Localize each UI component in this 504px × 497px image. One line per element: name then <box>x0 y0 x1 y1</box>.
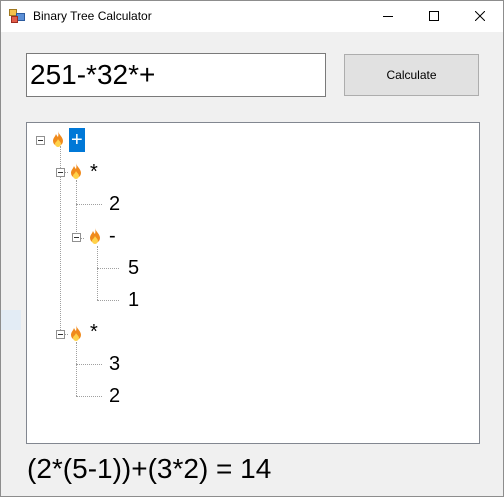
app-icon <box>9 9 25 23</box>
tree-connector <box>76 180 77 238</box>
tree-connector <box>97 268 119 269</box>
tree-connector <box>97 246 98 300</box>
collapse-toggle[interactable] <box>56 168 65 177</box>
tree-node-label[interactable]: 3 <box>109 352 120 376</box>
tree-node-label[interactable]: 2 <box>109 192 120 216</box>
tree-node-label[interactable]: 1 <box>128 288 139 312</box>
flame-icon <box>69 163 83 179</box>
tree-node-label[interactable]: - <box>109 224 116 248</box>
close-button[interactable] <box>457 1 503 32</box>
tree-node-label[interactable]: 2 <box>109 384 120 408</box>
close-icon <box>475 11 485 21</box>
tree-node-label[interactable]: + <box>69 128 85 152</box>
app-window: Binary Tree Calculator 251-*32*+ Calcula… <box>0 0 504 497</box>
tree-connector <box>76 364 102 365</box>
collapse-toggle[interactable] <box>72 233 81 242</box>
tree-connector <box>76 396 102 397</box>
tree-node-label[interactable]: 5 <box>128 256 139 280</box>
flame-icon <box>88 228 102 244</box>
result-label: (2*(5-1))+(3*2) = 14 <box>27 453 272 484</box>
tree-connector <box>76 342 77 396</box>
calculate-button[interactable]: Calculate <box>344 54 479 96</box>
flame-icon <box>51 131 65 147</box>
tree-node-label[interactable]: * <box>90 160 98 184</box>
tree-connector <box>97 300 119 301</box>
maximize-icon <box>429 11 439 21</box>
minimize-button[interactable] <box>365 1 411 32</box>
title-bar[interactable]: Binary Tree Calculator <box>1 1 503 32</box>
expression-input[interactable]: 251-*32*+ <box>26 53 326 97</box>
window-title: Binary Tree Calculator <box>33 9 152 23</box>
tree-connector <box>76 204 102 205</box>
flame-icon <box>69 325 83 341</box>
collapse-toggle[interactable] <box>36 136 45 145</box>
maximize-button[interactable] <box>411 1 457 32</box>
tree-node-label[interactable]: * <box>90 320 98 344</box>
side-scroll-marker <box>1 310 21 330</box>
minimize-icon <box>383 16 393 17</box>
expression-tree[interactable]: + * 2 - 5 1 * 3 2 <box>26 122 480 444</box>
collapse-toggle[interactable] <box>56 330 65 339</box>
